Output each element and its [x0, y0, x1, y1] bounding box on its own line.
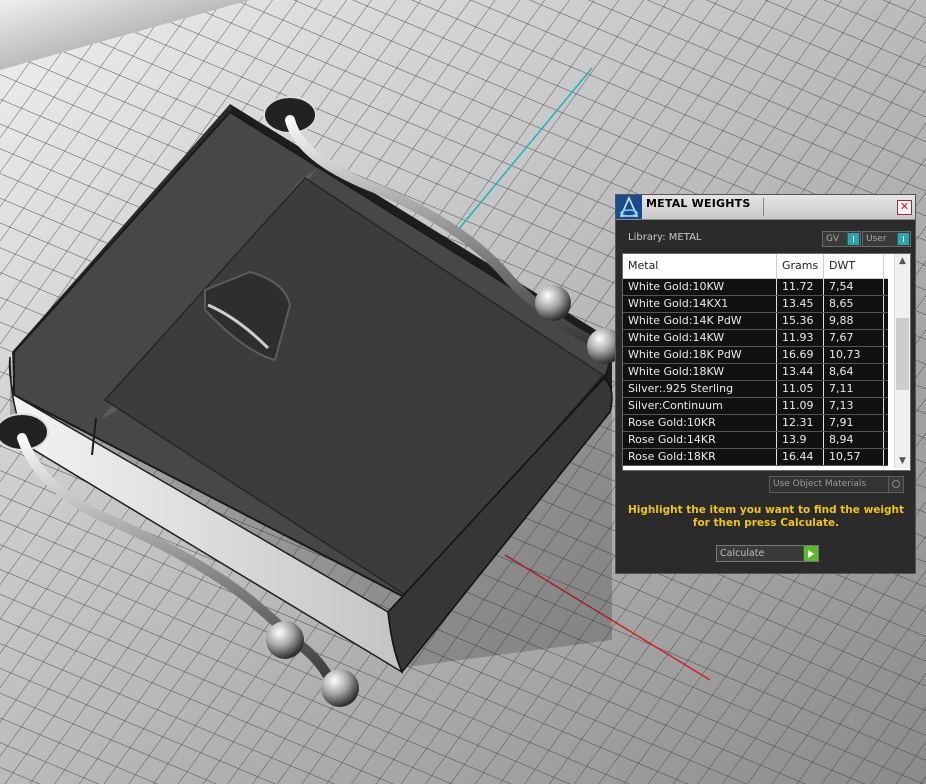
- cell-grams: 15.36: [777, 313, 824, 329]
- gv-toggle[interactable]: GV: [822, 231, 861, 247]
- cell-grams: 11.09: [777, 398, 824, 414]
- cell-grams: 16.69: [777, 347, 824, 363]
- table-row[interactable]: White Gold:18KW 13.44 8,64: [623, 364, 888, 381]
- cell-grams: 13.44: [777, 364, 824, 380]
- cell-dwt: 7,11: [824, 381, 884, 397]
- calculate-label: Calculate: [720, 548, 765, 559]
- use-object-materials-label: Use Object Materials: [773, 479, 867, 489]
- user-toggle[interactable]: User: [862, 231, 911, 247]
- cell-metal: Rose Gold:14KR: [623, 432, 777, 448]
- list-header: Metal Grams DWT: [623, 254, 888, 279]
- table-row[interactable]: Silver:Continuum 11.09 7,13: [623, 398, 888, 415]
- instruction-text: Highlight the item you want to find the …: [628, 504, 904, 529]
- list-rows: White Gold:10KW 11.72 7,54 White Gold:14KX1…: [623, 279, 888, 466]
- cell-dwt: 7,67: [824, 330, 884, 346]
- calculate-button[interactable]: Calculate: [716, 545, 819, 562]
- cell-dwt: 7,13: [824, 398, 884, 414]
- cell-grams: 11.05: [777, 381, 824, 397]
- front-ball-1: [266, 621, 304, 659]
- metal-list[interactable]: Metal Grams DWT White Gold:10KW 11.72 7,54…: [622, 253, 911, 471]
- cell-grams: 13.45: [777, 296, 824, 312]
- table-row[interactable]: White Gold:10KW 11.72 7,54: [623, 279, 888, 296]
- list-scrollbar[interactable]: ▲ ▼: [894, 254, 910, 468]
- cell-metal: Silver:Continuum: [623, 398, 777, 414]
- cell-metal: Rose Gold:18KR: [623, 449, 777, 465]
- toggle-indicator-icon: [897, 233, 909, 245]
- cell-grams: 16.44: [777, 449, 824, 465]
- cell-grams: 12.31: [777, 415, 824, 431]
- cell-metal: White Gold:18K PdW: [623, 347, 777, 363]
- table-row[interactable]: White Gold:14KW 11.93 7,67: [623, 330, 888, 347]
- scroll-down-icon[interactable]: ▼: [895, 454, 910, 468]
- cell-dwt: 9,88: [824, 313, 884, 329]
- cell-grams: 13.9: [777, 432, 824, 448]
- library-label: Library: METAL: [628, 232, 702, 243]
- cell-metal: White Gold:14KW: [623, 330, 777, 346]
- table-row[interactable]: Rose Gold:18KR 16.44 10,57: [623, 449, 888, 466]
- radio-indicator-icon: [888, 476, 904, 493]
- cell-metal: White Gold:14K PdW: [623, 313, 777, 329]
- table-row[interactable]: White Gold:14K PdW 15.36 9,88: [623, 313, 888, 330]
- panel-titlebar[interactable]: METAL WEIGHTS ✕: [616, 195, 915, 220]
- cell-metal: White Gold:18KW: [623, 364, 777, 380]
- cell-dwt: 7,54: [824, 279, 884, 295]
- play-arrow-icon: [803, 546, 818, 561]
- metal-weights-panel: METAL WEIGHTS ✕ Library: METAL GV User M…: [615, 194, 916, 574]
- app-logo-icon: [616, 195, 642, 219]
- front-ball-2: [321, 669, 359, 707]
- column-header-dwt[interactable]: DWT: [824, 254, 884, 278]
- user-toggle-label: User: [866, 234, 887, 244]
- scroll-up-icon[interactable]: ▲: [895, 254, 910, 268]
- cell-dwt: 8,94: [824, 432, 884, 448]
- toggle-indicator-icon: [847, 233, 859, 245]
- cell-dwt: 8,65: [824, 296, 884, 312]
- title-divider: [763, 198, 764, 216]
- use-object-materials-button[interactable]: Use Object Materials: [769, 476, 904, 493]
- cell-grams: 11.93: [777, 330, 824, 346]
- gv-toggle-label: GV: [826, 234, 840, 244]
- table-row[interactable]: White Gold:14KX1 13.45 8,65: [623, 296, 888, 313]
- column-header-metal[interactable]: Metal: [623, 254, 777, 278]
- cell-metal: Silver:.925 Sterling: [623, 381, 777, 397]
- column-header-grams[interactable]: Grams: [777, 254, 824, 278]
- close-icon[interactable]: ✕: [897, 200, 912, 215]
- table-row[interactable]: White Gold:18K PdW 16.69 10,73: [623, 347, 888, 364]
- table-row[interactable]: Silver:.925 Sterling 11.05 7,11: [623, 381, 888, 398]
- cell-dwt: 10,73: [824, 347, 884, 363]
- cell-metal: White Gold:14KX1: [623, 296, 777, 312]
- cell-metal: Rose Gold:10KR: [623, 415, 777, 431]
- cell-dwt: 8,64: [824, 364, 884, 380]
- cell-metal: White Gold:10KW: [623, 279, 777, 295]
- scroll-thumb[interactable]: [896, 318, 909, 390]
- back-ball-1: [535, 285, 571, 321]
- table-row[interactable]: Rose Gold:10KR 12.31 7,91: [623, 415, 888, 432]
- table-row[interactable]: Rose Gold:14KR 13.9 8,94: [623, 432, 888, 449]
- cell-dwt: 7,91: [824, 415, 884, 431]
- cell-grams: 11.72: [777, 279, 824, 295]
- panel-title: METAL WEIGHTS: [646, 197, 751, 210]
- cell-dwt: 10,57: [824, 449, 884, 465]
